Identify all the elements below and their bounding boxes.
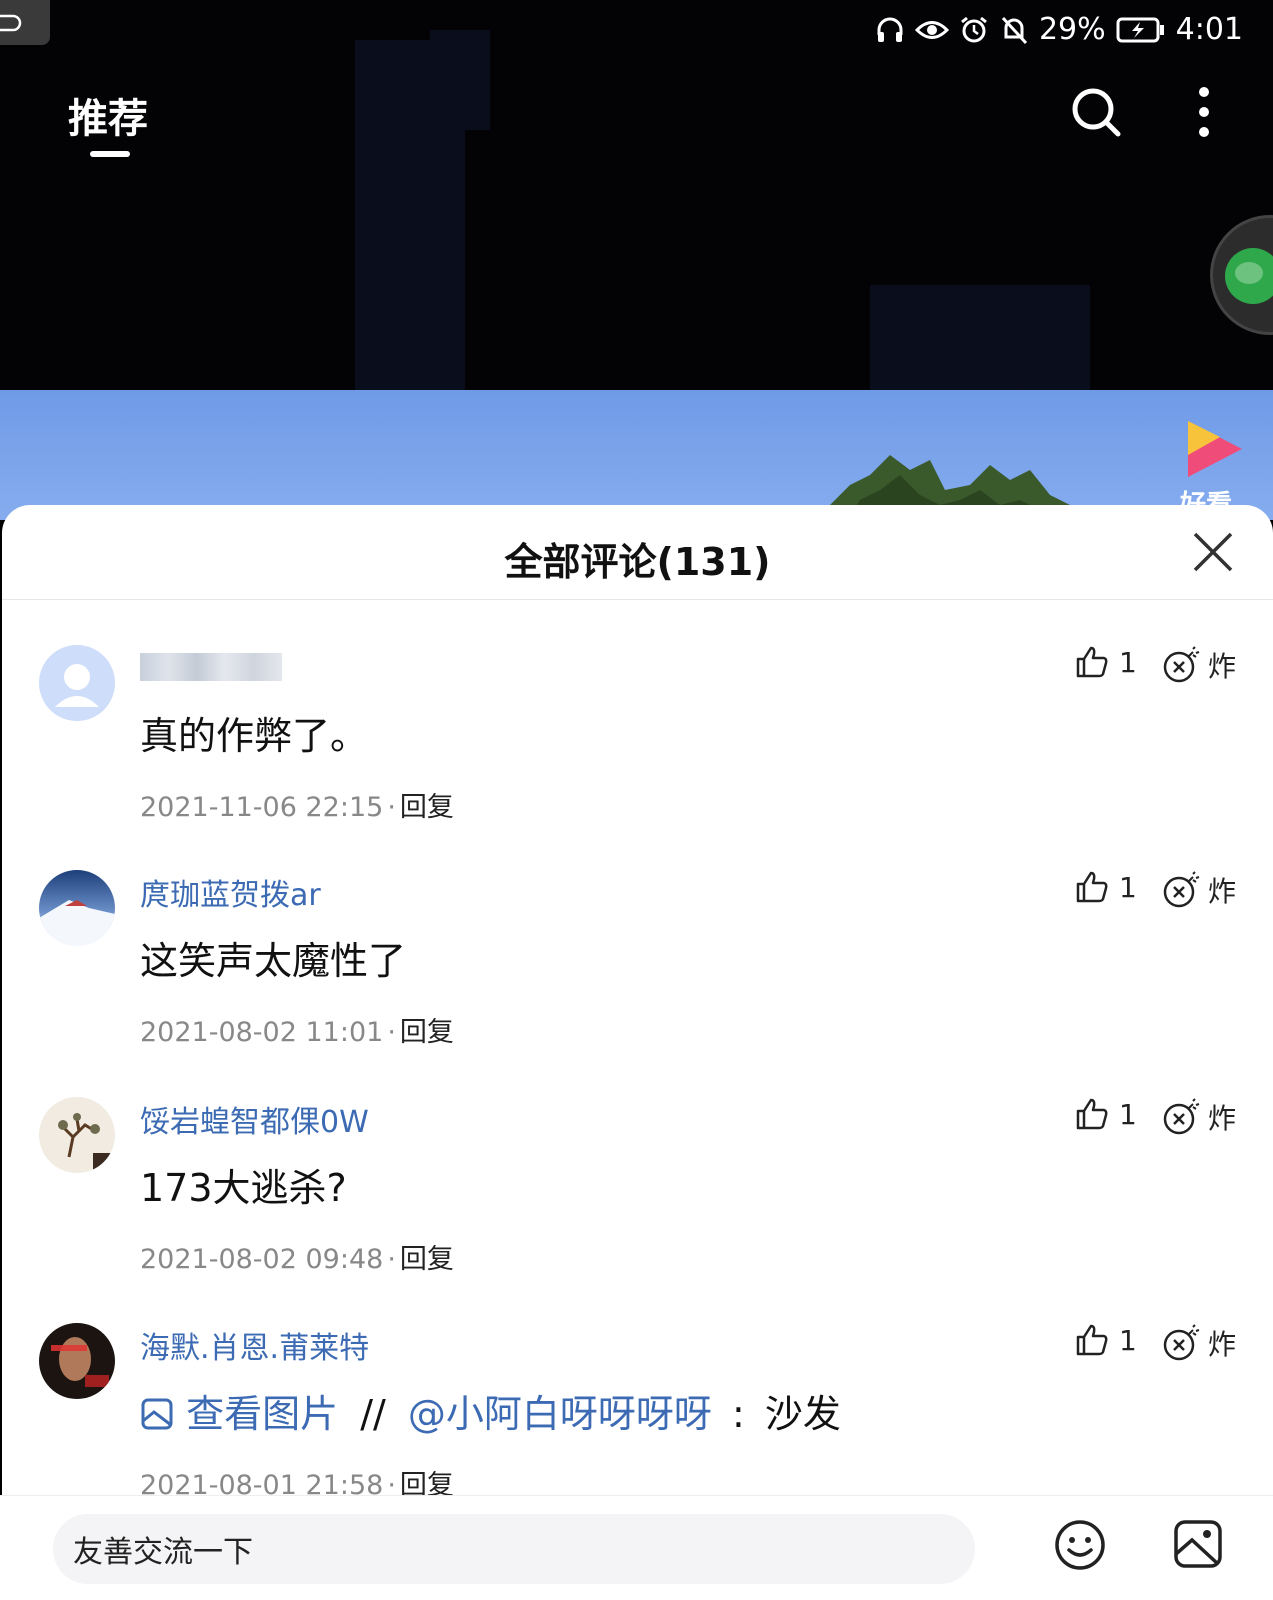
comment-meta: 2021-08-02 09:48 · 回复 bbox=[140, 1237, 454, 1276]
thumbs-up-icon bbox=[1076, 646, 1108, 678]
meta-dot: · bbox=[387, 1017, 396, 1048]
search-icon[interactable] bbox=[1068, 84, 1124, 140]
emoji-icon[interactable] bbox=[1053, 1518, 1107, 1572]
comment-meta: 2021-11-06 22:15 · 回复 bbox=[140, 785, 454, 824]
like-button[interactable]: 1 bbox=[1075, 870, 1137, 904]
bomb-button[interactable]: 炸 bbox=[1162, 1097, 1236, 1137]
comment-date: 2021-08-02 09:48 bbox=[140, 1244, 384, 1275]
default-avatar-icon bbox=[39, 645, 115, 721]
thumbs-up-icon bbox=[1076, 871, 1108, 903]
haokan-logo-icon bbox=[1188, 421, 1242, 477]
more-vertical-icon[interactable] bbox=[1184, 84, 1224, 140]
image-upload-icon[interactable] bbox=[1172, 1518, 1224, 1570]
comment-text: 这笑声太魔性了 bbox=[140, 939, 407, 983]
bomb-icon bbox=[1163, 1098, 1200, 1135]
close-icon[interactable] bbox=[1192, 531, 1234, 573]
bomb-icon bbox=[1163, 646, 1200, 683]
bomb-button[interactable]: 炸 bbox=[1162, 870, 1236, 910]
view-image-link[interactable]: 查看图片 bbox=[140, 1392, 350, 1436]
eye-comfort-icon bbox=[914, 20, 949, 39]
tab-recommend[interactable]: 推荐 bbox=[68, 86, 148, 144]
wechat-icon bbox=[1225, 248, 1273, 304]
username[interactable]: 馁岩蝗智都倮0W bbox=[140, 1097, 369, 1141]
status-bar: 29% 4:01 bbox=[0, 0, 1273, 64]
username[interactable]: 庹珈蓝贺拨ar bbox=[140, 870, 321, 914]
bonsai-avatar-image bbox=[39, 1097, 115, 1173]
quote-separator: // bbox=[360, 1392, 386, 1436]
status-icons: 29% 4:01 bbox=[875, 12, 1243, 47]
meta-dot: · bbox=[387, 1244, 396, 1275]
bomb-icon bbox=[1163, 1324, 1200, 1361]
like-button[interactable]: 1 bbox=[1075, 645, 1137, 679]
comment-text: 真的作弊了。 bbox=[140, 714, 369, 758]
avatar[interactable] bbox=[39, 645, 115, 721]
reply-link[interactable]: 回复 bbox=[400, 1244, 454, 1275]
comment-input-bar: 友善交流一下 bbox=[0, 1495, 1273, 1600]
bomb-button[interactable]: 炸 bbox=[1162, 1323, 1236, 1363]
bomb-icon bbox=[1163, 871, 1200, 908]
comment-input[interactable]: 友善交流一下 bbox=[53, 1514, 975, 1584]
thumbs-up-icon bbox=[1076, 1324, 1108, 1356]
reply-link[interactable]: 回复 bbox=[400, 792, 454, 823]
bomb-label: 炸 bbox=[1208, 650, 1237, 683]
comment-item: 海默.肖恩.莆莱特 1 炸 查看图片 // @小阿白呀呀呀呀: 沙发 2021… bbox=[2, 1323, 1273, 1523]
comment-sheet-title: 全部评论(131) bbox=[504, 540, 771, 584]
battery-percent: 29% bbox=[1038, 12, 1106, 47]
video-sky bbox=[0, 390, 1273, 520]
comment-text: 查看图片 // @小阿白呀呀呀呀 : 沙发 bbox=[140, 1383, 841, 1438]
image-icon bbox=[141, 1398, 173, 1430]
record-icon bbox=[0, 14, 22, 32]
comment-item: 馁岩蝗智都倮0W 1 炸 173大逃杀? 2021-08-02 09:48 · 回复 bbox=[2, 1097, 1273, 1297]
battery-charging-icon bbox=[1116, 17, 1164, 42]
headphones-icon bbox=[877, 17, 903, 42]
quote-colon: : bbox=[732, 1392, 745, 1436]
reply-link[interactable]: 回复 bbox=[400, 1017, 454, 1048]
like-count: 1 bbox=[1119, 1323, 1137, 1357]
quoted-text: 沙发 bbox=[764, 1392, 841, 1436]
portrait-avatar-image bbox=[39, 1323, 115, 1399]
comment-text: 173大逃杀? bbox=[140, 1166, 347, 1210]
username[interactable]: 海默.肖恩.莆莱特 bbox=[140, 1323, 369, 1367]
tab-active-indicator bbox=[90, 151, 130, 157]
comment-sheet-header: 全部评论(131) bbox=[2, 505, 1273, 600]
video-player[interactable] bbox=[0, 0, 1273, 520]
username-blurred bbox=[140, 653, 282, 681]
comment-item: 庹珈蓝贺拨ar 1 炸 这笑声太魔性了 2021-08-02 11:01 · 回复 bbox=[2, 870, 1273, 1070]
like-button[interactable]: 1 bbox=[1075, 1097, 1137, 1131]
view-image-label: 查看图片 bbox=[186, 1392, 339, 1436]
comment-date: 2021-08-02 11:01 bbox=[140, 1017, 384, 1048]
like-count: 1 bbox=[1119, 870, 1137, 904]
bomb-label: 炸 bbox=[1208, 1328, 1237, 1361]
mute-bell-icon bbox=[1001, 16, 1028, 44]
avatar[interactable] bbox=[39, 870, 115, 946]
mention-link[interactable]: @小阿白呀呀呀呀 bbox=[408, 1392, 712, 1436]
bomb-button[interactable]: 炸 bbox=[1162, 645, 1236, 685]
comment-item: 1 炸 真的作弊了。 2021-11-06 22:15 · 回复 bbox=[2, 645, 1273, 845]
like-count: 1 bbox=[1119, 645, 1137, 679]
clock: 4:01 bbox=[1175, 12, 1243, 47]
meta-dot: · bbox=[387, 792, 396, 823]
thumbs-up-icon bbox=[1076, 1098, 1108, 1130]
avatar[interactable] bbox=[39, 1323, 115, 1399]
comment-date: 2021-11-06 22:15 bbox=[140, 792, 384, 823]
avatar[interactable] bbox=[39, 1097, 115, 1173]
bomb-label: 炸 bbox=[1208, 1102, 1237, 1135]
alarm-icon bbox=[961, 16, 987, 42]
video-frame-shape bbox=[870, 285, 1090, 395]
like-count: 1 bbox=[1119, 1097, 1137, 1131]
bomb-label: 炸 bbox=[1208, 875, 1237, 908]
comment-sheet: 全部评论(131) 1 炸 真的作弊了。 2021-11-06 22:15 · … bbox=[2, 505, 1273, 1600]
comment-meta: 2021-08-02 11:01 · 回复 bbox=[140, 1010, 454, 1049]
like-button[interactable]: 1 bbox=[1075, 1323, 1137, 1357]
snow-roof-avatar-image bbox=[39, 870, 115, 946]
screen-record-pill bbox=[0, 0, 50, 45]
